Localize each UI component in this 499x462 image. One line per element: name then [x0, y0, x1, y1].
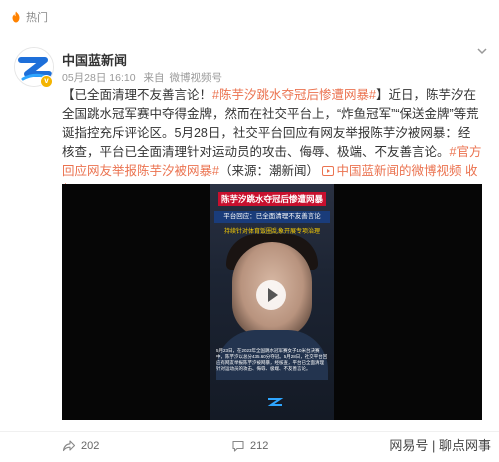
share-button[interactable]: 202: [62, 438, 99, 454]
video-ticker: 持续针对体育饭圈乱象开展专项治理: [223, 229, 320, 235]
weibo-post-card: v 中国蓝新闻 05月28日 16:10 来自 微博视频号 【已全面清理不友善言论…: [0, 30, 499, 462]
video-frame: 陈芋汐跳水夺冠后惨遭网暴 平台回应：已全面清理不友善言论 持续针对体育饭圈乱象开…: [210, 184, 334, 420]
hot-section-header: 热门: [10, 8, 48, 26]
source-prefix: 来自: [143, 72, 165, 84]
author-name[interactable]: 中国蓝新闻: [62, 50, 127, 69]
verified-badge-icon: v: [40, 75, 53, 88]
share-count: 202: [81, 440, 100, 452]
comment-count: 212: [250, 440, 269, 452]
hot-label: 热门: [26, 12, 48, 24]
video-title: 平台回应：已全面清理不友善言论: [214, 211, 330, 223]
video-icon: [322, 166, 335, 176]
topic-link-1[interactable]: #陈芋汐跳水夺冠后惨遭网暴#: [212, 88, 376, 102]
channel-logo-icon: [267, 398, 284, 406]
post-meta: 05月28日 16:10 来自 微博视频号: [62, 70, 227, 85]
video-source-link[interactable]: 中国蓝新闻的微博视频: [336, 164, 461, 178]
post-client[interactable]: 微博视频号: [169, 72, 222, 84]
source-note: （来源：潮新闻）: [218, 164, 319, 178]
divider: [0, 431, 499, 432]
flame-icon: [12, 11, 20, 23]
comment-icon: [232, 440, 244, 452]
chevron-down-icon[interactable]: [476, 45, 488, 57]
post-date[interactable]: 05月28日 16:10: [62, 72, 136, 84]
video-headline: 陈芋汐跳水夺冠后惨遭网暴: [218, 192, 326, 206]
post-headline: 已全面清理不友善言论！: [74, 88, 213, 102]
share-icon: [62, 440, 76, 452]
post-text: 【已全面清理不友善言论！#陈芋汐跳水夺冠后惨遭网暴#】近日，陈芋汐在全国跳水冠军…: [62, 86, 482, 200]
bracket-open: 【: [62, 88, 75, 102]
video-subtitle: 5月23日，在2023年全国跳水冠军赛女子10米台决赛中，陈芋汐以总分435.6…: [216, 348, 328, 371]
watermark: 网易号 | 聊点网事: [389, 438, 491, 453]
video-player[interactable]: 陈芋汐跳水夺冠后惨遭网暴 平台回应：已全面清理不友善言论 持续针对体育饭圈乱象开…: [62, 184, 482, 420]
bracket-close: 】: [375, 88, 389, 102]
comment-button[interactable]: 212: [231, 438, 268, 454]
play-button-icon[interactable]: [256, 280, 286, 310]
